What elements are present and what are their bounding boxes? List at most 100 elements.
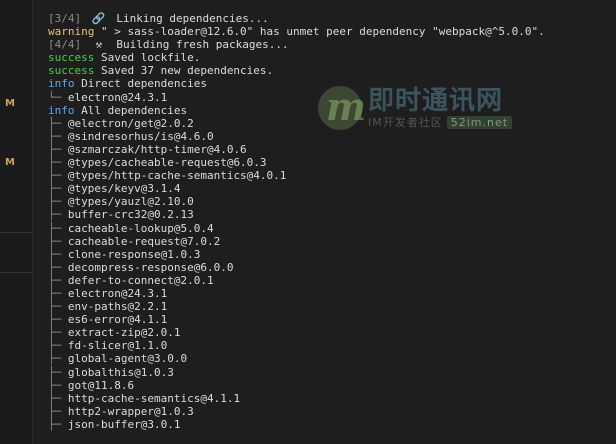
dependency-item: ├─ fd-slicer@1.1.0 — [48, 339, 616, 352]
tree-branch-icon: ├─ — [48, 391, 68, 405]
tree-branch-icon: ├─ — [48, 339, 68, 353]
success-line: success Saved 37 new dependencies. — [48, 64, 616, 77]
tree-branch-icon: ├─ — [48, 260, 68, 274]
dependency-item: ├─ http-cache-semantics@4.1.1 — [48, 392, 616, 405]
tree-branch-icon: ├─ — [48, 313, 68, 327]
dependency-name: defer-to-connect@2.0.1 — [67, 273, 214, 287]
dependency-item: └─ electron@24.3.1 — [48, 91, 616, 104]
tree-branch-icon: ├─ — [48, 404, 68, 418]
tree-branch-icon: ├─ — [48, 195, 68, 209]
dependency-item: ├─ defer-to-connect@2.0.1 — [48, 274, 616, 287]
dependency-item: ├─ globalthis@1.0.3 — [48, 366, 616, 379]
tree-branch-icon: ├─ — [48, 156, 68, 170]
dependency-name: cacheable-request@7.0.2 — [67, 234, 221, 248]
dependency-name: env-paths@2.2.1 — [67, 300, 168, 314]
tree-branch-icon: ├─ — [48, 352, 68, 366]
dependency-name: es6-error@4.1.1 — [67, 313, 168, 327]
dependency-item: ├─ @types/http-cache-semantics@4.0.1 — [48, 169, 616, 182]
tree-branch-icon: ├─ — [48, 378, 68, 392]
dependency-name: decompress-response@6.0.0 — [67, 260, 234, 274]
divider — [0, 232, 32, 233]
tree-branch-icon: ├─ — [48, 129, 68, 143]
divider — [0, 272, 32, 273]
modified-marker: M — [5, 98, 15, 109]
dependency-name: clone-response@1.0.3 — [67, 247, 201, 261]
editor-sidebar: M M — [0, 0, 33, 444]
dependency-item: ├─ @types/yauzl@2.10.0 — [48, 195, 616, 208]
dependency-item: ├─ env-paths@2.2.1 — [48, 300, 616, 313]
tree-branch-icon: ├─ — [48, 142, 68, 156]
terminal-output[interactable]: [3/4] 🔗 Linking dependencies... warning … — [48, 12, 616, 444]
dependency-item: ├─ json-buffer@3.0.1 — [48, 418, 616, 431]
tree-branch-icon: ├─ — [48, 247, 68, 261]
dependency-item: ├─ electron@24.3.1 — [48, 287, 616, 300]
direct-dependency-list: └─ electron@24.3.1 — [48, 91, 616, 104]
tree-branch-icon: ├─ — [48, 326, 68, 340]
dependency-name: cacheable-lookup@5.0.4 — [67, 221, 214, 235]
dependency-item: ├─ global-agent@3.0.0 — [48, 352, 616, 365]
success-text: Saved lockfile. — [100, 51, 201, 65]
step-text: Linking dependencies... — [116, 12, 269, 25]
dependency-name: globalthis@1.0.3 — [67, 365, 174, 379]
step-line: [3/4] 🔗 Linking dependencies... — [48, 12, 616, 25]
dependency-item: ├─ @electron/get@2.0.2 — [48, 117, 616, 130]
info-label: info — [48, 103, 75, 117]
tree-branch-icon: ├─ — [48, 273, 68, 287]
dependency-name: extract-zip@2.0.1 — [67, 326, 181, 340]
info-line: info All dependencies — [48, 104, 616, 117]
success-text: Saved 37 new dependencies. — [100, 64, 274, 78]
link-icon: 🔗 — [91, 12, 106, 25]
dependency-item: ├─ got@11.8.6 — [48, 379, 616, 392]
dependency-name: @szmarczak/http-timer@4.0.6 — [67, 142, 247, 156]
dependency-name: http-cache-semantics@4.1.1 — [67, 391, 241, 405]
step-line: [4/4] ⚒ Building fresh packages... — [48, 38, 616, 51]
step-text: Building fresh packages... — [116, 38, 289, 52]
dependency-name: fd-slicer@1.1.0 — [67, 339, 168, 353]
tree-branch-icon: ├─ — [48, 234, 68, 248]
tree-branch-icon: ├─ — [48, 286, 68, 300]
dependency-name: electron@24.3.1 — [67, 286, 168, 300]
tree-branch-icon: ├─ — [48, 182, 68, 196]
dependency-name: @sindresorhus/is@4.6.0 — [67, 129, 214, 143]
dependency-name: @types/cacheable-request@6.0.3 — [67, 156, 267, 170]
dependency-name: @types/http-cache-semantics@4.0.1 — [67, 169, 287, 183]
warning-text: " > sass-loader@12.6.0" has unmet peer d… — [100, 25, 545, 39]
dependency-item: ├─ @types/keyv@3.1.4 — [48, 182, 616, 195]
info-line: info Direct dependencies — [48, 77, 616, 90]
dependency-name: got@11.8.6 — [67, 378, 135, 392]
tree-branch-icon: ├─ — [48, 116, 68, 130]
dependency-name: http2-wrapper@1.0.3 — [67, 404, 194, 418]
tree-branch-icon: ├─ — [48, 169, 68, 183]
dependency-item: ├─ es6-error@4.1.1 — [48, 313, 616, 326]
info-text: All dependencies — [81, 103, 188, 117]
dependency-item: ├─ cacheable-request@7.0.2 — [48, 235, 616, 248]
warning-line: warning " > sass-loader@12.6.0" has unme… — [48, 25, 616, 38]
dependency-item: ├─ @sindresorhus/is@4.6.0 — [48, 130, 616, 143]
info-label: info — [48, 77, 75, 91]
dependency-name: electron@24.3.1 — [67, 90, 168, 104]
tree-branch-icon: ├─ — [48, 300, 68, 314]
dependency-item: ├─ buffer-crc32@0.2.13 — [48, 208, 616, 221]
hammer-icon: ⚒ — [95, 38, 103, 52]
dependency-name: @electron/get@2.0.2 — [67, 116, 194, 130]
tree-branch-icon: ├─ — [48, 417, 68, 431]
tree-branch-icon: ├─ — [48, 208, 68, 222]
tree-branch-icon: ├─ — [48, 221, 68, 235]
dependency-item: ├─ @szmarczak/http-timer@4.0.6 — [48, 143, 616, 156]
all-dependency-list: ├─ @electron/get@2.0.2 ├─ @sindresorhus/i… — [48, 117, 616, 431]
step-counter: [3/4] — [48, 12, 82, 25]
dependency-item: ├─ @types/cacheable-request@6.0.3 — [48, 156, 616, 169]
dependency-name: global-agent@3.0.0 — [67, 352, 188, 366]
success-line: success Saved lockfile. — [48, 51, 616, 64]
success-label: success — [48, 51, 95, 65]
info-text: Direct dependencies — [81, 77, 207, 91]
tree-branch-icon: └─ — [48, 90, 68, 104]
dependency-item: ├─ extract-zip@2.0.1 — [48, 326, 616, 339]
dependency-name: buffer-crc32@0.2.13 — [67, 208, 194, 222]
dependency-item: ├─ cacheable-lookup@5.0.4 — [48, 222, 616, 235]
dependency-item: ├─ http2-wrapper@1.0.3 — [48, 405, 616, 418]
dependency-item: ├─ decompress-response@6.0.0 — [48, 261, 616, 274]
dependency-name: json-buffer@3.0.1 — [67, 417, 181, 431]
modified-marker: M — [5, 157, 15, 168]
dependency-name: @types/keyv@3.1.4 — [67, 182, 181, 196]
